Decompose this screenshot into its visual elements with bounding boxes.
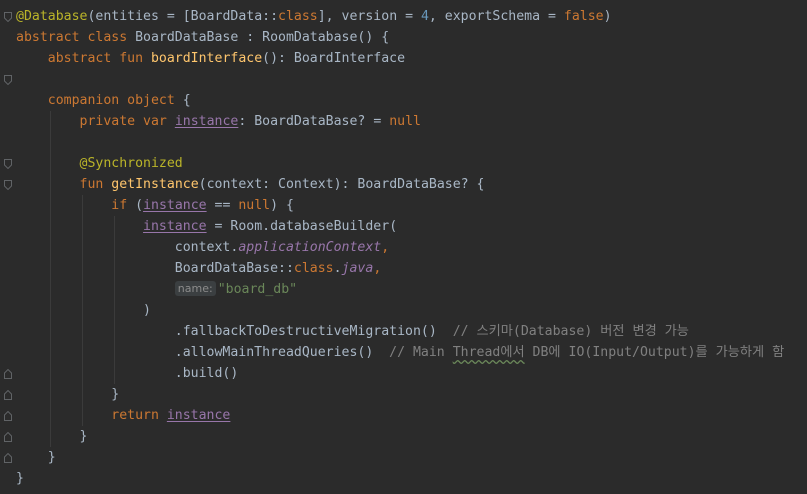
code-token: DB에 IO(Input/Output)를 가능하게 함 <box>524 345 785 360</box>
code-editor[interactable]: @Database(entities = [BoardData::class],… <box>0 0 807 494</box>
code-token: . <box>333 261 342 276</box>
code-line-15[interactable]: ) <box>16 300 151 321</box>
code-token: if <box>111 198 136 213</box>
code-token: ( <box>135 198 144 213</box>
code-token: , exportSchema = <box>428 9 564 24</box>
code-token: .allowMainThreadQueries() <box>16 345 390 360</box>
fold-open-icon[interactable] <box>4 12 12 22</box>
code-token: false <box>563 9 604 24</box>
code-token: java <box>341 261 374 276</box>
code-token: return <box>111 408 167 423</box>
code-token: .build() <box>16 366 239 381</box>
code-token: .fallbackToDestructiveMigration() <box>16 324 453 339</box>
code-line-21[interactable]: } <box>16 426 88 447</box>
code-line-3[interactable]: abstract fun boardInterface(): BoardInte… <box>16 48 405 69</box>
code-line-13[interactable]: BoardDataBase::class.java, <box>16 258 381 279</box>
code-token: = Room.databaseBuilder( <box>206 219 398 234</box>
code-token: (context: Context): BoardDataBase? { <box>198 177 485 192</box>
code-token: } <box>16 429 88 444</box>
code-token: Thread에서 <box>452 345 525 360</box>
code-token: { <box>182 93 191 108</box>
code-token: } <box>16 387 120 402</box>
code-token: abstract fun <box>47 51 151 66</box>
code-token: : BoardDataBase? = <box>238 114 390 129</box>
code-line-6[interactable]: private var instance: BoardDataBase? = n… <box>16 111 421 132</box>
code-token: abstract class <box>16 30 136 45</box>
code-line-5[interactable]: companion object { <box>16 90 191 111</box>
code-token: getInstance <box>111 177 199 192</box>
code-line-18[interactable]: .build() <box>16 363 239 384</box>
code-token: companion object <box>47 93 183 108</box>
code-token: instance <box>166 408 231 423</box>
code-token: private var <box>79 114 175 129</box>
parameter-hint: name: <box>174 281 216 296</box>
code-line-1[interactable]: @Database(entities = [BoardData::class],… <box>16 6 612 27</box>
code-line-16[interactable]: .fallbackToDestructiveMigration() // 스키마… <box>16 321 689 342</box>
code-line-23[interactable]: } <box>16 468 24 489</box>
code-token: instance <box>143 198 207 213</box>
code-token: (entities = [BoardData:: <box>87 9 279 24</box>
code-token: null <box>389 114 421 129</box>
code-token: applicationContext <box>238 240 382 255</box>
code-token: instance <box>174 114 239 129</box>
code-token: instance <box>143 219 207 234</box>
code-token: , <box>373 261 382 276</box>
code-token: BoardDataBase:: <box>16 261 294 276</box>
fold-open-icon[interactable] <box>4 75 12 85</box>
code-line-22[interactable]: } <box>16 447 56 468</box>
code-line-20[interactable]: return instance <box>16 405 230 426</box>
code-line-8[interactable]: @Synchronized <box>16 153 183 174</box>
code-token: , <box>381 240 390 255</box>
code-token: // Main <box>389 345 453 360</box>
code-token: ) <box>16 303 151 318</box>
fold-open-icon[interactable] <box>4 159 12 169</box>
fold-open-icon[interactable] <box>4 180 12 190</box>
code-token: BoardDataBase : RoomDatabase() { <box>135 30 390 45</box>
code-token: @Database <box>16 9 88 24</box>
code-token: // 스키마(Database) 버전 변경 가능 <box>452 324 689 339</box>
code-token: "board_db" <box>217 282 298 297</box>
code-token: } <box>16 450 56 465</box>
code-token: ], version = <box>317 9 421 24</box>
code-line-10[interactable]: if (instance == null) { <box>16 195 294 216</box>
code-line-19[interactable]: } <box>16 384 119 405</box>
code-token: fun <box>79 177 112 192</box>
code-token: context. <box>16 240 239 255</box>
code-token: null <box>238 198 271 213</box>
code-line-11[interactable]: instance = Room.databaseBuilder( <box>16 216 397 237</box>
code-token: @Synchronized <box>79 156 183 171</box>
code-line-9[interactable]: fun getInstance(context: Context): Board… <box>16 174 485 195</box>
code-token: class <box>278 9 318 24</box>
code-token: ) <box>603 9 612 24</box>
code-token: } <box>16 471 24 486</box>
code-token: ) { <box>270 198 294 213</box>
fold-close-icon[interactable] <box>4 432 12 442</box>
code-line-2[interactable]: abstract class BoardDataBase : RoomDatab… <box>16 27 389 48</box>
code-token: class <box>293 261 334 276</box>
code-token: == <box>206 198 239 213</box>
code-line-14[interactable]: name: "board_db" <box>16 279 297 300</box>
fold-close-icon[interactable] <box>4 390 12 400</box>
code-token: 4 <box>420 9 429 24</box>
fold-close-icon[interactable] <box>4 453 12 463</box>
code-token: (): BoardInterface <box>262 51 406 66</box>
fold-close-icon[interactable] <box>4 369 12 379</box>
code-line-17[interactable]: .allowMainThreadQueries() // Main Thread… <box>16 342 784 363</box>
code-line-12[interactable]: context.applicationContext, <box>16 237 389 258</box>
fold-close-icon[interactable] <box>4 411 12 421</box>
code-token: boardInterface <box>150 51 263 66</box>
